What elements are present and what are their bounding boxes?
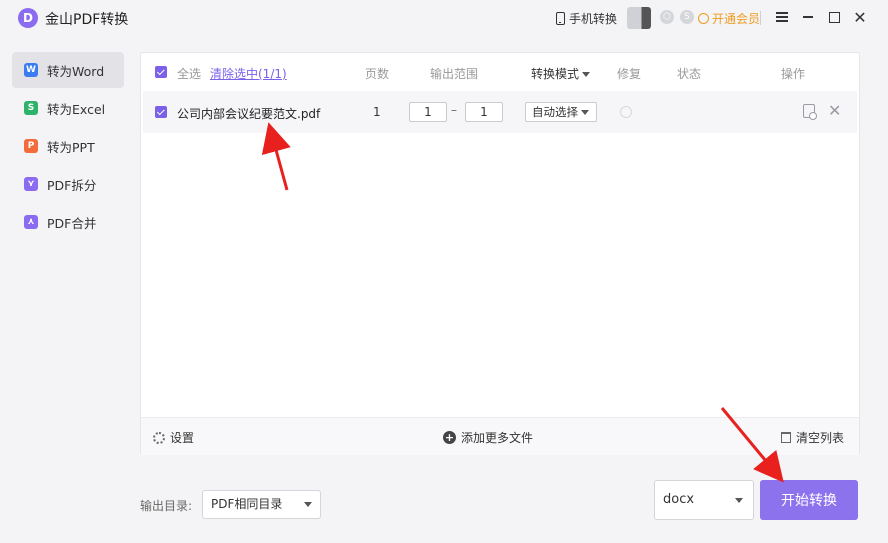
select-all-label[interactable]: 全选 bbox=[177, 65, 201, 82]
chevron-down-icon bbox=[304, 502, 312, 507]
open-vip-label: 开通会员 bbox=[712, 12, 761, 26]
mobile-convert-button[interactable]: 手机转换 bbox=[556, 10, 617, 27]
table-header: 全选 清除选中(1/1) 页数 输出范围 转换模式 修复 状态 操作 bbox=[141, 53, 859, 91]
vip-icon bbox=[698, 13, 709, 24]
sidebar-item-pdf-merge[interactable]: ⋏ PDF合并 bbox=[12, 204, 124, 240]
sidebar-item-pdf-split[interactable]: ⋎ PDF拆分 bbox=[12, 166, 124, 202]
header-status: 状态 bbox=[677, 67, 702, 81]
preview-icon[interactable] bbox=[803, 104, 817, 120]
format-value: docx bbox=[663, 492, 695, 507]
page-count: 1 bbox=[373, 105, 381, 119]
menu-icon[interactable] bbox=[774, 9, 790, 25]
header-output-range: 输出范围 bbox=[430, 67, 479, 81]
sidebar-item-label: 转为PPT bbox=[47, 139, 95, 155]
app-logo-icon: D bbox=[18, 8, 38, 28]
sidebar-item-label: 转为Word bbox=[47, 63, 105, 79]
chevron-down-icon bbox=[582, 72, 591, 77]
header-actions: 操作 bbox=[781, 67, 806, 81]
start-convert-button[interactable]: 开始转换 bbox=[760, 480, 858, 520]
minimize-icon[interactable] bbox=[800, 9, 816, 25]
chevron-down-icon bbox=[581, 110, 589, 115]
sidebar-item-to-ppt[interactable]: P 转为PPT bbox=[12, 128, 124, 164]
avatar[interactable] bbox=[627, 7, 651, 29]
file-list-panel: 全选 清除选中(1/1) 页数 输出范围 转换模式 修复 状态 操作 公司内部会… bbox=[140, 52, 860, 455]
range-from-input[interactable]: 1 bbox=[409, 102, 447, 122]
ppt-icon: P bbox=[24, 139, 38, 153]
sidebar: W 转为Word S 转为Excel P 转为PPT ⋎ PDF拆分 ⋏ PDF… bbox=[12, 52, 124, 242]
sidebar-item-label: PDF拆分 bbox=[47, 177, 97, 193]
settings-button[interactable]: 设置 bbox=[153, 429, 194, 446]
sidebar-item-to-word[interactable]: W 转为Word bbox=[12, 52, 124, 88]
settings-label: 设置 bbox=[170, 431, 195, 445]
convert-mode-select[interactable]: 自动选择 bbox=[525, 102, 597, 122]
merge-icon: ⋏ bbox=[24, 215, 38, 229]
maximize-icon[interactable] bbox=[826, 9, 842, 25]
gear-icon bbox=[153, 431, 165, 444]
remove-file-icon[interactable]: ✕ bbox=[828, 103, 841, 119]
output-dir-select[interactable]: PDF相同目录 bbox=[202, 490, 321, 519]
split-icon: ⋎ bbox=[24, 177, 38, 191]
clear-list-label: 清空列表 bbox=[796, 431, 845, 445]
title-bar: D 金山PDF转换 手机转换 ⬡ S 开通会员 ✕ bbox=[0, 0, 888, 36]
panel-footer: 设置 + 添加更多文件 清空列表 bbox=[141, 417, 859, 455]
output-dir-label: 输出目录: bbox=[140, 499, 193, 513]
plus-circle-icon: + bbox=[443, 431, 456, 444]
app-title: 金山PDF转换 bbox=[45, 12, 129, 28]
row-checkbox[interactable] bbox=[155, 106, 167, 118]
header-repair: 修复 bbox=[617, 67, 642, 81]
trash-icon bbox=[781, 432, 791, 443]
sidebar-item-to-excel[interactable]: S 转为Excel bbox=[12, 90, 124, 126]
close-icon[interactable]: ✕ bbox=[852, 8, 868, 27]
sidebar-item-label: 转为Excel bbox=[47, 101, 106, 117]
format-select[interactable]: docx bbox=[654, 480, 754, 520]
svip-badge-icon: S bbox=[680, 10, 694, 24]
add-more-files-button[interactable]: + 添加更多文件 bbox=[443, 429, 533, 446]
header-pages: 页数 bbox=[365, 67, 390, 81]
chevron-down-icon bbox=[735, 498, 743, 503]
range-to-input[interactable]: 1 bbox=[465, 102, 503, 122]
header-convert-mode[interactable]: 转换模式 bbox=[531, 65, 591, 82]
file-name: 公司内部会议纪要范文.pdf bbox=[177, 107, 321, 121]
word-icon: W bbox=[24, 63, 38, 77]
open-vip-button[interactable]: 开通会员 bbox=[698, 10, 760, 27]
clear-selection-link[interactable]: 清除选中(1/1) bbox=[210, 65, 287, 82]
select-all-checkbox[interactable] bbox=[155, 66, 167, 78]
table-row: 公司内部会议纪要范文.pdf 1 1 – 1 自动选择 ✕ bbox=[143, 91, 857, 133]
add-more-label: 添加更多文件 bbox=[461, 431, 534, 445]
sidebar-item-label: PDF合并 bbox=[47, 215, 97, 231]
output-dir-value: PDF相同目录 bbox=[211, 497, 283, 511]
excel-icon: S bbox=[24, 101, 38, 115]
convert-mode-label: 转换模式 bbox=[531, 67, 580, 81]
repair-check-icon[interactable] bbox=[620, 106, 632, 118]
range-separator: – bbox=[451, 103, 457, 117]
convert-mode-value: 自动选择 bbox=[532, 105, 578, 119]
member-badge-icon: ⬡ bbox=[660, 10, 674, 24]
titlebar-divider bbox=[760, 11, 761, 25]
start-convert-label: 开始转换 bbox=[781, 493, 837, 509]
mobile-convert-label: 手机转换 bbox=[569, 12, 618, 26]
clear-list-button[interactable]: 清空列表 bbox=[781, 429, 844, 446]
phone-icon bbox=[556, 12, 565, 25]
